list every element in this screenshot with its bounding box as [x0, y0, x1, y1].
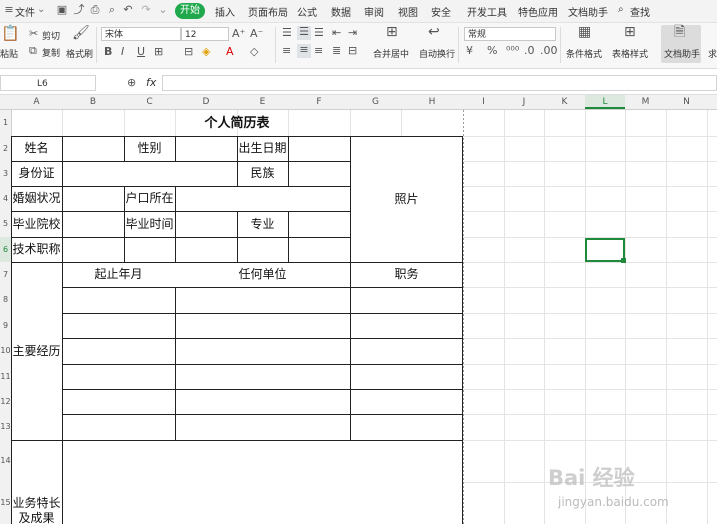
label-household-registration[interactable]: 户口所在: [124, 186, 175, 211]
label-skills[interactable]: 业务特长及成果: [11, 496, 62, 532]
resume-title[interactable]: 个人简历表: [11, 110, 463, 136]
label-gender[interactable]: 性别: [124, 136, 175, 161]
label-employer[interactable]: 任何单位: [175, 262, 350, 287]
watermark-url: jingyan.baidu.com: [558, 495, 669, 509]
label-name[interactable]: 姓名: [11, 136, 62, 161]
label-photo[interactable]: 照片: [350, 136, 463, 262]
selected-cell-L6[interactable]: [585, 238, 626, 263]
label-ethnicity[interactable]: 民族: [237, 161, 288, 186]
label-main-experience[interactable]: 主要经历: [11, 262, 62, 440]
label-period[interactable]: 起止年月: [62, 262, 175, 287]
label-marital-status[interactable]: 婚姻状况: [11, 186, 62, 211]
label-school[interactable]: 毕业院校: [11, 211, 62, 237]
label-birth-date[interactable]: 出生日期: [237, 136, 288, 161]
label-id-card[interactable]: 身份证: [11, 161, 62, 186]
watermark-brand: Bai 经验: [548, 466, 635, 490]
label-major[interactable]: 专业: [237, 211, 288, 237]
label-technical-title[interactable]: 技术职称: [11, 237, 62, 262]
label-position[interactable]: 职务: [350, 262, 463, 287]
label-graduation-time[interactable]: 毕业时间: [124, 211, 175, 237]
